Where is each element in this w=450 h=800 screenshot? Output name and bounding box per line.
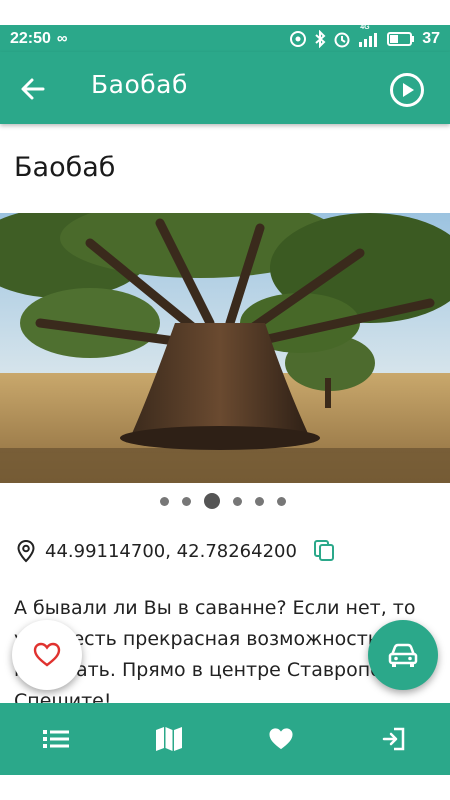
battery-icon: [387, 31, 415, 47]
gallery-dot[interactable]: [255, 496, 264, 506]
gallery-dot[interactable]: [277, 496, 286, 506]
heart-icon: [269, 728, 293, 750]
nav-exit[interactable]: [364, 709, 424, 769]
bluetooth-icon: [314, 29, 326, 48]
status-bar: 22:50 ∞ 4G 37: [0, 24, 450, 52]
battery-level: 37: [422, 29, 440, 47]
network-type: 4G: [360, 23, 370, 31]
nav-map[interactable]: [139, 709, 199, 769]
nfc-icon: [289, 30, 307, 48]
status-icons: 4G 37: [289, 24, 440, 48]
play-circle-icon: [390, 73, 424, 107]
system-nav-area: [0, 775, 450, 800]
coordinates-text: 44.99114700, 42.78264200: [45, 540, 297, 562]
nav-list[interactable]: [26, 709, 86, 769]
list-icon: [43, 730, 70, 748]
car-icon: [388, 643, 418, 667]
map-pin-icon: [17, 539, 35, 563]
gallery-dot[interactable]: [160, 496, 169, 506]
app-bar: Баобаб: [0, 52, 450, 124]
gallery-dot[interactable]: [182, 496, 191, 506]
favorite-button[interactable]: [12, 620, 82, 690]
copy-icon: [314, 540, 334, 561]
status-time: 22:50: [10, 29, 51, 47]
page-title: Баобаб: [14, 152, 116, 183]
app-bar-title: Баобаб: [91, 70, 188, 99]
copy-coordinates-button[interactable]: [312, 538, 336, 562]
heart-outline-icon: [33, 642, 61, 667]
gallery-dot[interactable]: [233, 496, 242, 506]
gallery-dot-active[interactable]: [204, 493, 220, 509]
exit-icon: [382, 727, 404, 751]
route-button[interactable]: [368, 620, 438, 690]
loop-icon: ∞: [56, 30, 68, 47]
back-button[interactable]: [18, 74, 48, 104]
place-photo[interactable]: [0, 213, 450, 483]
map-icon: [155, 727, 182, 751]
bottom-navigation: [0, 703, 450, 775]
alarm-icon: [333, 30, 351, 48]
signal-icon: 4G: [358, 24, 380, 48]
arrow-left-icon: [21, 78, 45, 100]
nav-favorites[interactable]: [251, 709, 311, 769]
gallery-indicator: [0, 492, 450, 510]
coordinates-row: 44.99114700, 42.78264200: [16, 537, 297, 565]
play-button[interactable]: [389, 72, 425, 108]
